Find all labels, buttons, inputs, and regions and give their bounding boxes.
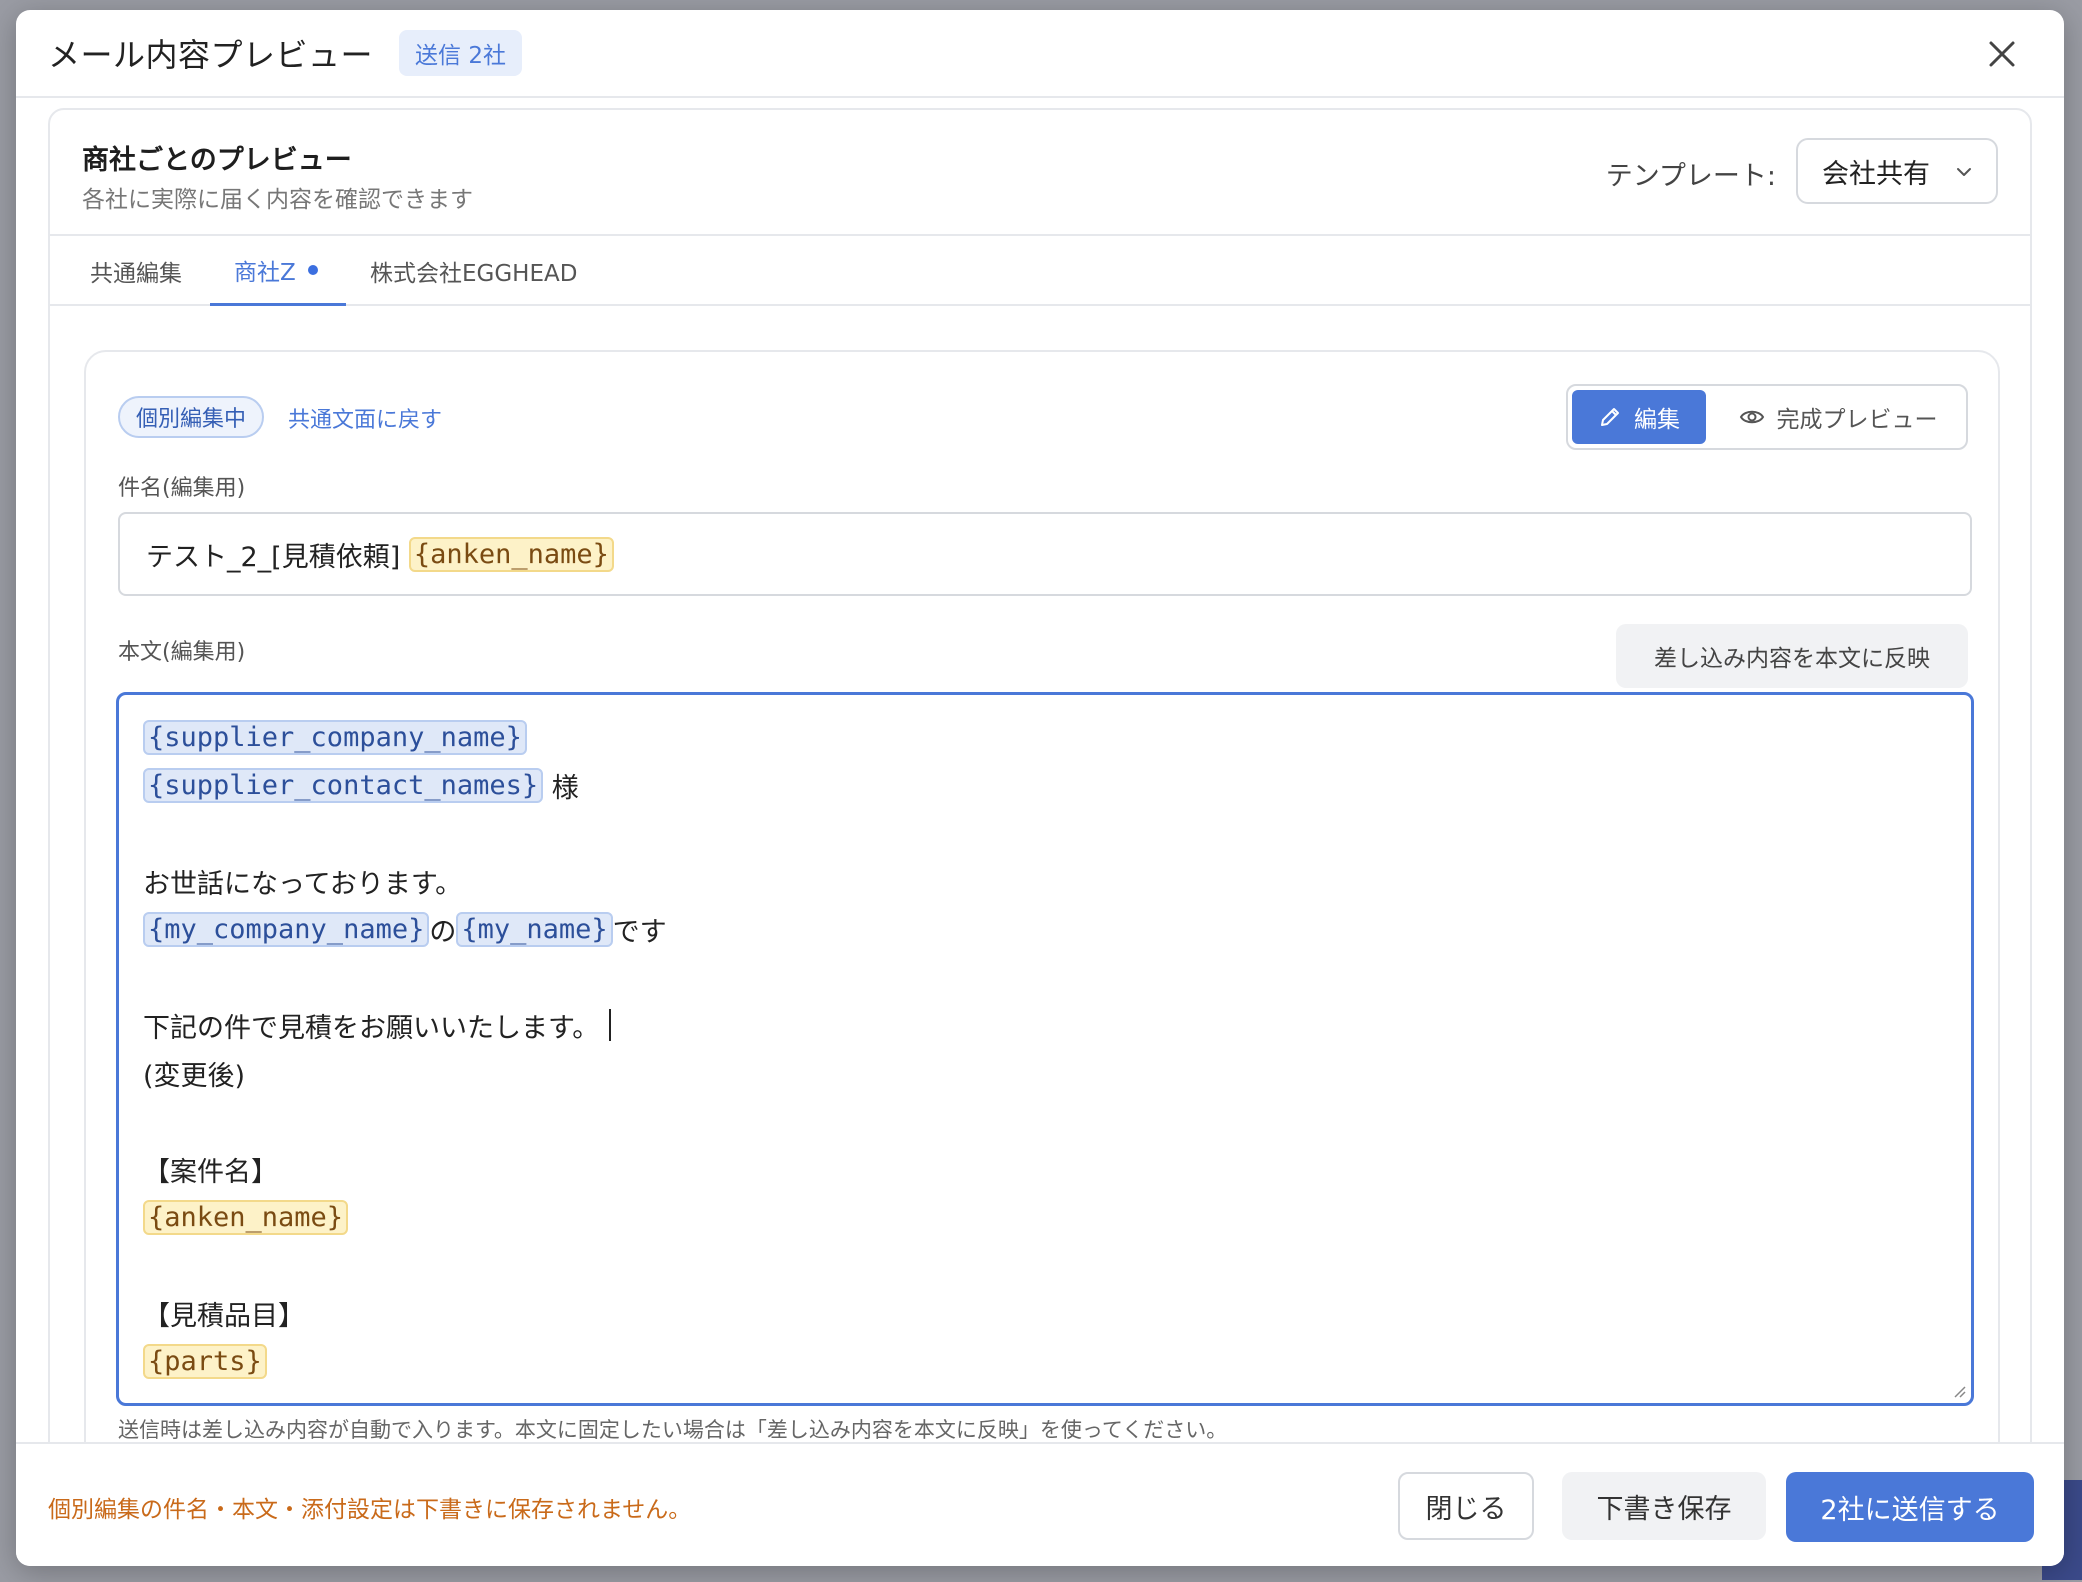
- placeholder-chip: {supplier_contact_names}: [143, 767, 544, 803]
- body-text: 下記の件で見積をお願いいたします。: [143, 1012, 600, 1044]
- modal-footer: 個別編集の件名・本文・添付設定は下書きに保存されません。 閉じる 下書き保存 2…: [16, 1442, 2064, 1566]
- individual-editing-badge: 個別編集中: [118, 396, 265, 438]
- pencil-icon: [1601, 408, 1619, 426]
- body-text: 様: [543, 772, 579, 804]
- body-hint-text: 送信時は差し込み内容が自動で入ります。本文に固定したい場合は「差し込み内容を本文…: [118, 1418, 1228, 1442]
- subject-input[interactable]: テスト_2_[見積依頼] {anken_name}: [118, 512, 1972, 596]
- editor-card: 個別編集中 共通文面に戻す 編集 完成プレビュー 件名(編集用) テスト_2_[…: [84, 350, 2000, 1506]
- body-line: {supplier_company_name}: [143, 713, 1971, 761]
- modal-title: メール内容プレビュー: [48, 36, 374, 74]
- card-title: 商社ごとのプレビュー: [82, 145, 352, 176]
- modified-dot-icon: [307, 264, 318, 275]
- placeholder-chip: {supplier_company_name}: [143, 719, 527, 755]
- resize-grip-icon[interactable]: [1949, 1381, 1967, 1399]
- body-textarea[interactable]: {supplier_company_name} {supplier_contac…: [116, 692, 1974, 1406]
- body-label: 本文(編集用): [118, 640, 246, 665]
- body-text: 【見積品目】: [143, 1300, 305, 1332]
- body-line: {anken_name}: [143, 1193, 1971, 1241]
- body-line: {my_company_name} の {my_name} です: [143, 905, 1971, 953]
- final-preview-label: 完成プレビュー: [1776, 407, 1938, 433]
- tab-egghead[interactable]: 株式会社EGGHEAD: [370, 236, 577, 306]
- body-line: (変更後): [143, 1049, 1971, 1097]
- subject-text: テスト_2_[見積依頼]: [146, 541, 409, 573]
- send-count-badge: 送信 2社: [399, 30, 522, 76]
- body-line: お世話になっております。: [143, 857, 1971, 905]
- subject-label: 件名(編集用): [118, 476, 246, 501]
- card-header: 商社ごとのプレビュー 各社に実際に届く内容を確認できます テンプレート: 会社共…: [50, 110, 2030, 236]
- card-subtitle: 各社に実際に届く内容を確認できます: [82, 187, 473, 213]
- close-footer-button[interactable]: 閉じる: [1398, 1472, 1534, 1540]
- body-blank-line: [143, 953, 1971, 1001]
- body-line: {supplier_contact_names} 様: [143, 761, 1971, 809]
- tab-label: 共通編集: [90, 261, 182, 287]
- placeholder-chip: {my_name}: [456, 911, 613, 947]
- text-caret: [609, 1009, 612, 1041]
- save-draft-button[interactable]: 下書き保存: [1562, 1472, 1766, 1540]
- body-blank-line: [143, 1097, 1971, 1145]
- tab-shosha-z[interactable]: 商社Z: [210, 236, 346, 306]
- body-line: {parts}: [143, 1337, 1971, 1385]
- tab-label: 株式会社EGGHEAD: [370, 261, 578, 287]
- edit-mode-label: 編集: [1634, 407, 1680, 433]
- body-text: の: [429, 916, 457, 948]
- template-select-value: 会社共有: [1822, 158, 1930, 190]
- body-line: 下記の件で見積をお願いいたします。: [143, 1001, 1971, 1049]
- supplier-preview-card: 商社ごとのプレビュー 各社に実際に届く内容を確認できます テンプレート: 会社共…: [48, 108, 2032, 1508]
- mode-toggle: 編集 完成プレビュー: [1566, 384, 1968, 450]
- chevron-down-icon: [1957, 168, 1971, 176]
- placeholder-chip: {my_company_name}: [143, 911, 430, 947]
- body-line: 【案件名】: [143, 1145, 1971, 1193]
- body-text: (変更後): [143, 1060, 246, 1092]
- close-button[interactable]: [1984, 36, 2020, 72]
- tab-common-edit[interactable]: 共通編集: [90, 236, 182, 306]
- final-preview-button[interactable]: 完成プレビュー: [1718, 390, 1958, 444]
- draft-warning-text: 個別編集の件名・本文・添付設定は下書きに保存されません。: [48, 1497, 692, 1523]
- send-button[interactable]: 2社に送信する: [1786, 1472, 2034, 1542]
- body-text: です: [612, 916, 667, 948]
- eye-icon: [1739, 410, 1764, 424]
- tab-label: 商社Z: [234, 259, 296, 286]
- reflect-placeholders-button[interactable]: 差し込み内容を本文に反映: [1616, 624, 1968, 688]
- body-blank-line: [143, 1241, 1971, 1289]
- body-text: お世話になっております。: [143, 868, 463, 900]
- placeholder-chip: {anken_name}: [143, 1199, 349, 1235]
- close-icon: [1989, 41, 2015, 67]
- body-text: 【案件名】: [143, 1156, 278, 1188]
- modal-header: メール内容プレビュー 送信 2社: [16, 10, 2064, 98]
- placeholder-chip: {parts}: [143, 1343, 267, 1379]
- template-select[interactable]: 会社共有: [1796, 138, 1998, 204]
- subject-placeholder-chip: {anken_name}: [408, 536, 614, 572]
- template-label: テンプレート:: [1605, 161, 1776, 192]
- edit-mode-button[interactable]: 編集: [1572, 390, 1706, 444]
- email-preview-modal: メール内容プレビュー 送信 2社 商社ごとのプレビュー 各社に実際に届く内容を確…: [16, 10, 2064, 1566]
- revert-to-common-link[interactable]: 共通文面に戻す: [288, 402, 442, 434]
- supplier-tabs: 共通編集 商社Z 株式会社EGGHEAD: [50, 236, 2030, 306]
- body-line: 【見積品目】: [143, 1289, 1971, 1337]
- body-blank-line: [143, 809, 1971, 857]
